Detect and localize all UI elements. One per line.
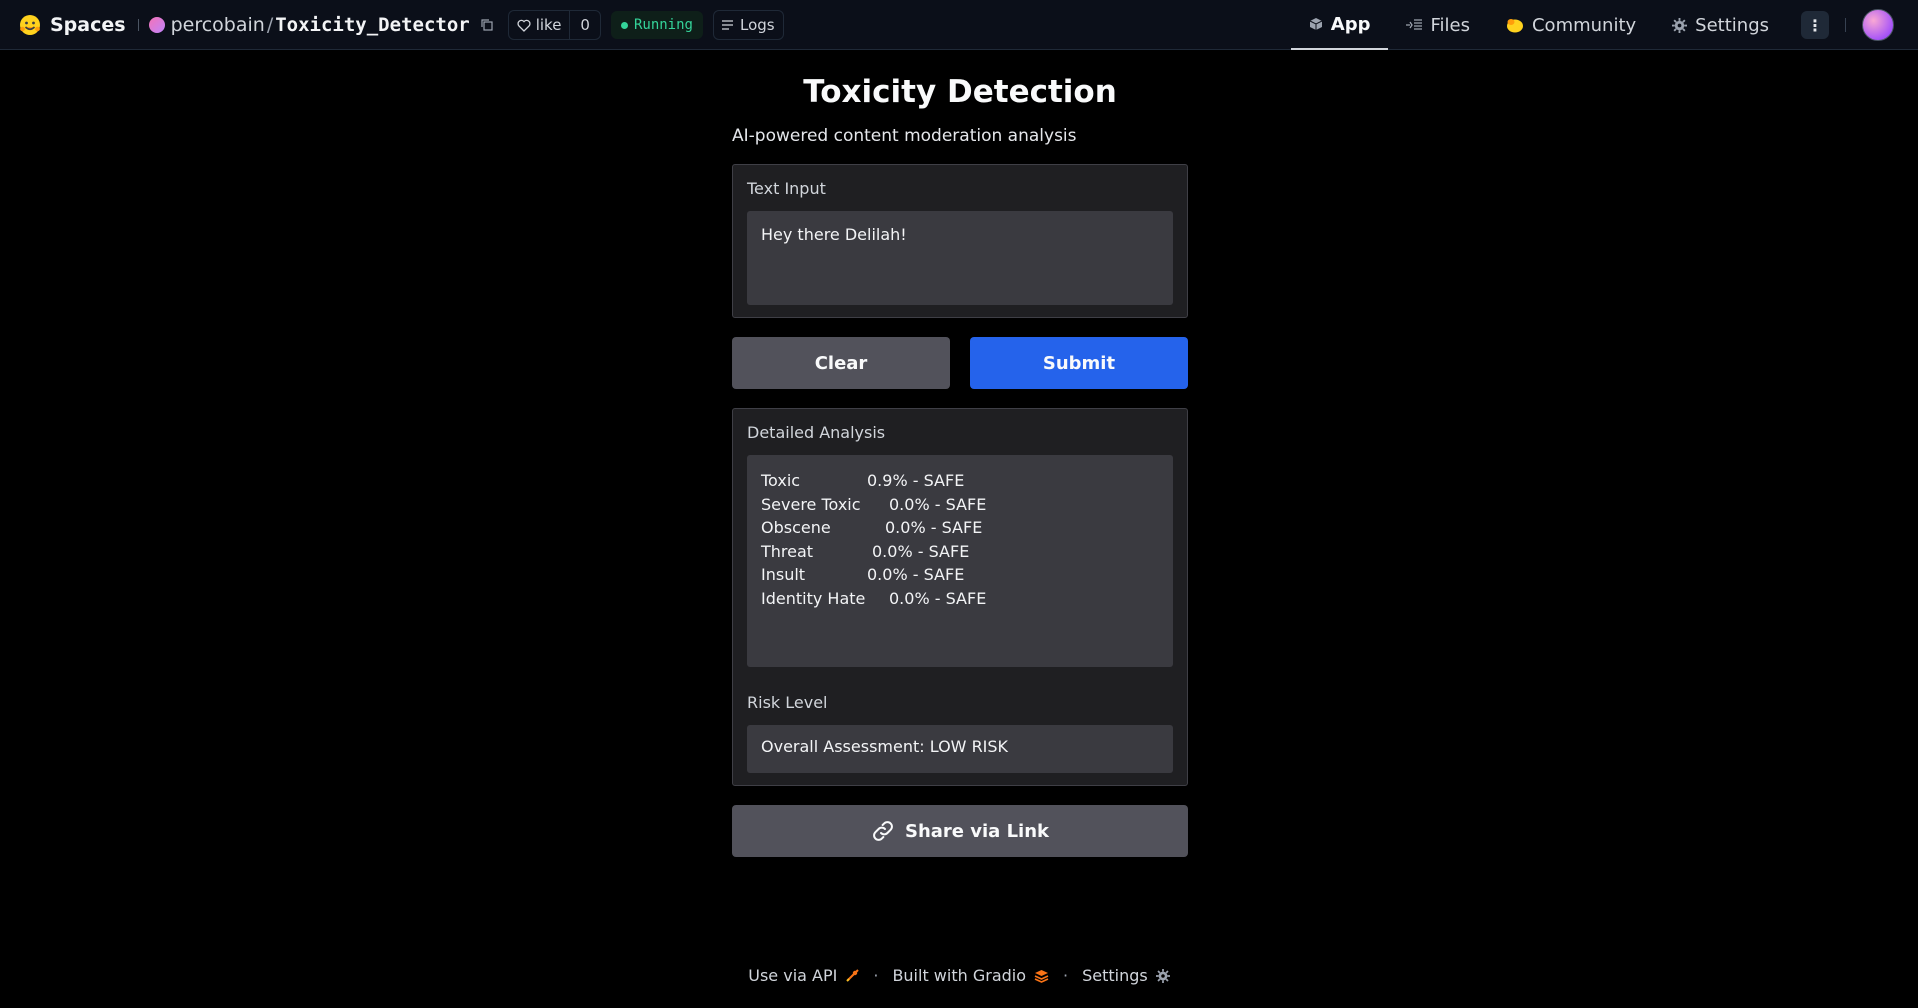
tab-app-label: App xyxy=(1330,13,1371,35)
tab-files[interactable]: Files xyxy=(1388,0,1488,50)
more-options-icon: ⋮ xyxy=(1807,15,1823,35)
owner-link[interactable]: percobain xyxy=(171,14,265,36)
page-subtitle: AI-powered content moderation analysis xyxy=(732,126,1077,146)
files-icon xyxy=(1406,19,1423,30)
analysis-category: Identity Hate xyxy=(761,588,866,608)
path-separator: / xyxy=(266,14,274,36)
like-count[interactable]: 0 xyxy=(569,11,600,39)
analysis-result: 0.0% - SAFE xyxy=(889,588,987,608)
analysis-row-insult: Insult 0.0% - SAFE xyxy=(761,563,1159,587)
tab-community-label: Community xyxy=(1531,14,1637,36)
footer-settings-link[interactable]: Settings xyxy=(1082,966,1170,985)
analysis-result: 0.0% - SAFE xyxy=(889,494,987,514)
huggingface-logo-icon[interactable] xyxy=(18,13,42,37)
header-left: Spaces percobain / Toxicity_Detector lik… xyxy=(18,0,784,50)
gear-icon xyxy=(1155,968,1170,983)
footer-separator: · xyxy=(1063,966,1069,985)
community-icon xyxy=(1506,19,1523,33)
analysis-category: Obscene xyxy=(761,518,831,537)
rocket-icon xyxy=(846,968,860,982)
link-icon xyxy=(873,821,893,841)
analysis-row-obscene: Obscene 0.0% - SAFE xyxy=(761,516,1159,540)
header-right: App Files Community Settings ⋮ xyxy=(1290,0,1918,50)
text-input-block: Text Input Hey there Delilah! xyxy=(732,164,1188,318)
tab-app[interactable]: App xyxy=(1290,0,1389,50)
analysis-row-identity-hate: Identity Hate 0.0% - SAFE xyxy=(761,587,1159,611)
analysis-category: Threat xyxy=(761,541,814,561)
user-avatar[interactable] xyxy=(1862,9,1894,41)
footer-settings-label: Settings xyxy=(1082,966,1148,985)
text-input-label: Text Input xyxy=(747,179,826,198)
detailed-analysis-label: Detailed Analysis xyxy=(747,423,886,442)
action-buttons: Clear Submit xyxy=(732,337,1188,389)
tab-settings-label: Settings xyxy=(1695,14,1769,36)
like-label: like xyxy=(535,16,562,34)
output-block: Detailed Analysis Toxic 0.9% - SAFE Sever… xyxy=(732,408,1188,786)
like-group: like 0 xyxy=(507,10,601,40)
page-title: Toxicity Detection xyxy=(803,74,1117,110)
analysis-result: 0.0% - SAFE xyxy=(872,541,970,561)
top-navbar: Spaces percobain / Toxicity_Detector lik… xyxy=(0,0,1918,50)
owner-avatar[interactable] xyxy=(148,17,165,33)
use-via-api-link[interactable]: Use via API xyxy=(748,966,860,985)
analysis-row-severe-toxic: Severe Toxic 0.0% - SAFE xyxy=(761,493,1159,517)
analysis-category: Insult xyxy=(761,565,806,584)
share-link-label: Share via Link xyxy=(904,820,1050,842)
logs-label: Logs xyxy=(739,16,775,34)
clear-button[interactable]: Clear xyxy=(732,337,950,389)
use-via-api-label: Use via API xyxy=(748,966,838,985)
like-button[interactable]: like xyxy=(509,11,570,39)
repo-name-link[interactable]: Toxicity_Detector xyxy=(275,14,469,36)
analysis-category: Severe Toxic xyxy=(761,494,861,514)
heart-icon xyxy=(517,19,531,32)
tab-files-label: Files xyxy=(1430,14,1470,36)
logs-button[interactable]: Logs xyxy=(712,10,784,40)
copy-icon[interactable] xyxy=(480,18,494,32)
app-container: Toxicity Detection AI-powered content mo… xyxy=(732,50,1188,857)
detailed-analysis-output[interactable]: Toxic 0.9% - SAFE Severe Toxic 0.0% - SAFE… xyxy=(747,455,1173,667)
header-divider-right xyxy=(1845,18,1846,32)
submit-button[interactable]: Submit xyxy=(970,337,1188,389)
gear-icon xyxy=(1672,17,1688,33)
tab-community[interactable]: Community xyxy=(1488,0,1654,50)
analysis-result: 0.0% - SAFE xyxy=(885,518,983,537)
tab-settings[interactable]: Settings xyxy=(1654,0,1787,50)
analysis-row-threat: Threat 0.0% - SAFE xyxy=(761,540,1159,564)
footer-separator: · xyxy=(873,966,879,985)
analysis-result: 0.9% - SAFE xyxy=(867,471,965,490)
footer: Use via API · Built with Gradio · Settin… xyxy=(0,966,1918,985)
analysis-result: 0.0% - SAFE xyxy=(867,565,965,584)
status-label: Running xyxy=(633,17,693,33)
spaces-link[interactable]: Spaces xyxy=(50,14,126,36)
built-with-gradio-link[interactable]: Built with Gradio xyxy=(892,966,1049,985)
cube-icon xyxy=(1309,18,1323,30)
header-divider xyxy=(137,19,139,31)
share-link-button[interactable]: Share via Link xyxy=(732,805,1188,857)
built-with-gradio-label: Built with Gradio xyxy=(892,966,1027,985)
text-input-field[interactable]: Hey there Delilah! xyxy=(747,211,1173,305)
more-options-button[interactable]: ⋮ xyxy=(1801,11,1829,39)
analysis-row-toxic: Toxic 0.9% - SAFE xyxy=(761,469,1159,493)
status-badge[interactable]: Running xyxy=(610,11,703,39)
risk-level-output[interactable]: Overall Assessment: LOW RISK xyxy=(747,725,1173,773)
gradio-logo-icon xyxy=(1034,969,1049,983)
analysis-category: Toxic xyxy=(761,471,801,490)
risk-level-label: Risk Level xyxy=(747,693,828,712)
logs-icon xyxy=(721,20,733,30)
status-dot-icon xyxy=(620,21,628,29)
